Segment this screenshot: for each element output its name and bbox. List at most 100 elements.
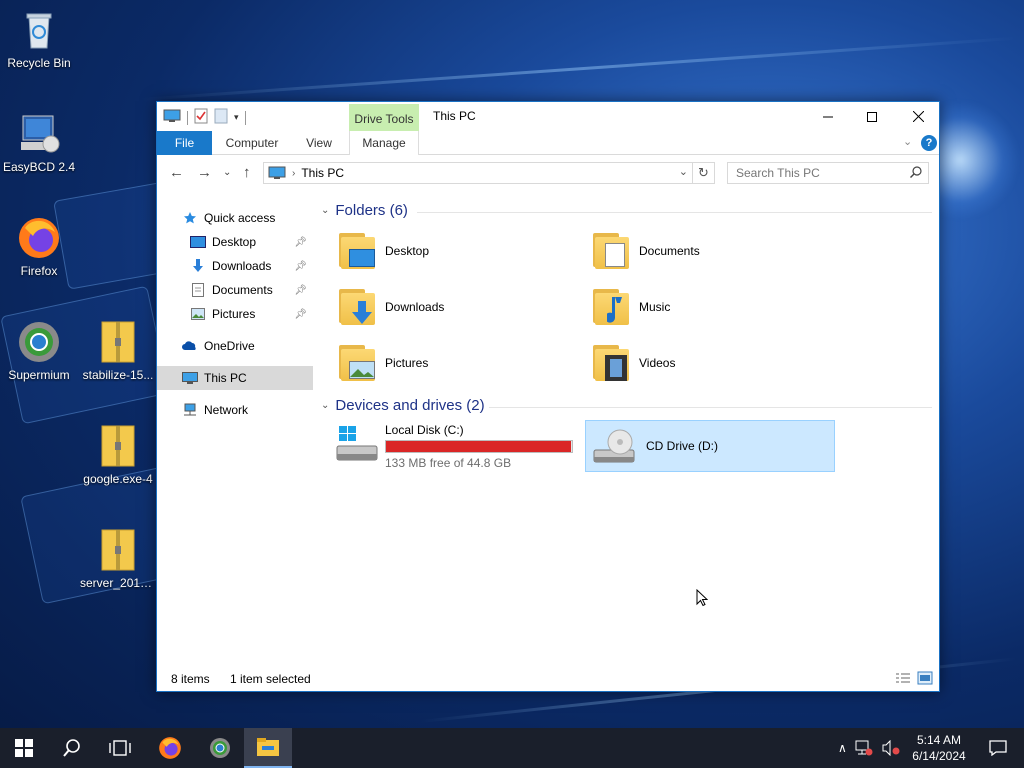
refresh-button[interactable]: ↻ (693, 162, 715, 184)
cd-drive-icon (590, 424, 638, 468)
taskbar-clock[interactable]: 5:14 AM 6/14/2024 (904, 732, 974, 764)
desktop-icon-stabilize[interactable]: stabilize-15... (80, 318, 156, 382)
properties-icon[interactable] (194, 108, 208, 127)
title-bar[interactable]: ▾ Drive Tools This PC (157, 102, 939, 131)
drive-free-space: 133 MB free of 44.8 GB (385, 455, 512, 470)
folder-tile-videos[interactable]: Videos (591, 338, 831, 388)
document-icon (189, 282, 207, 298)
folder-tile-desktop[interactable]: Desktop (337, 226, 577, 276)
folder-tile-pictures[interactable]: Pictures (337, 338, 577, 388)
firefox-icon (15, 214, 63, 262)
details-view-icon[interactable] (895, 671, 911, 688)
maximize-button[interactable] (849, 102, 895, 131)
desktop-icon-label: Recycle Bin (7, 56, 71, 70)
forward-arrow-icon[interactable]: → (197, 164, 212, 181)
supermium-icon (210, 738, 230, 758)
divider (489, 407, 932, 408)
tab-computer[interactable]: Computer (219, 131, 285, 155)
desktop-icon-supermium[interactable]: Supermium (1, 318, 77, 382)
pin-icon[interactable]: 📌︎ (294, 261, 307, 272)
close-button[interactable] (895, 102, 941, 131)
clock-time: 5:14 AM (916, 733, 962, 747)
tab-file[interactable]: File (157, 131, 212, 155)
hard-drive-icon (333, 424, 381, 468)
computer-icon (181, 370, 199, 386)
recent-locations-chevron-icon[interactable]: ⌄ (223, 167, 231, 178)
network-status-icon[interactable] (855, 740, 873, 756)
minimize-button[interactable] (805, 102, 851, 131)
nav-item-downloads[interactable]: Downloads 📌︎ (157, 254, 313, 278)
folders-group-header[interactable]: ⌄ Folders (6) (321, 202, 408, 219)
nav-item-this-pc[interactable]: This PC (157, 366, 313, 390)
large-icons-view-icon[interactable] (917, 671, 933, 688)
task-view-icon (109, 740, 131, 756)
nav-item-label: OneDrive (204, 339, 255, 353)
task-view-button[interactable] (96, 728, 144, 768)
search-icon (910, 166, 922, 181)
music-folder-icon (591, 285, 635, 329)
new-folder-icon[interactable] (214, 108, 228, 127)
drive-tile-c[interactable]: Local Disk (C:) 133 MB free of 44.8 GB (333, 420, 579, 472)
pin-icon[interactable]: 📌︎ (294, 237, 307, 248)
taskbar-firefox[interactable] (146, 728, 194, 768)
start-button[interactable] (0, 728, 48, 768)
drive-usage-bar (385, 439, 573, 453)
tab-manage[interactable]: Manage (349, 131, 419, 155)
customize-toolbar-chevron-icon[interactable]: ▾ (234, 112, 239, 123)
search-button[interactable] (48, 728, 96, 768)
content-pane: ⌄ Folders (6) Desktop Documents Download… (317, 200, 937, 670)
nav-item-onedrive[interactable]: OneDrive (157, 334, 313, 358)
pin-icon[interactable]: 📌︎ (294, 309, 307, 320)
wallpaper-streak (139, 36, 1018, 101)
desktop-icon-label: EasyBCD 2.4 (2, 160, 76, 174)
maximize-icon (867, 111, 877, 122)
search-input[interactable]: Search This PC (727, 162, 929, 184)
videos-folder-icon (591, 341, 635, 385)
drives-group-header[interactable]: ⌄ Devices and drives (2) (321, 397, 485, 414)
taskbar-file-explorer[interactable] (244, 728, 292, 768)
notifications-button[interactable] (974, 728, 1022, 768)
supermium-icon (15, 318, 63, 366)
breadcrumb[interactable]: This PC (301, 166, 344, 180)
search-placeholder: Search This PC (736, 166, 820, 180)
folder-tile-documents[interactable]: Documents (591, 226, 831, 276)
up-arrow-icon[interactable]: ↑ (243, 164, 251, 181)
nav-item-quick-access[interactable]: Quick access (157, 206, 313, 230)
folder-tile-downloads[interactable]: Downloads (337, 282, 577, 332)
desktop-icon-server[interactable]: server_2012r2 (80, 526, 156, 590)
quick-access-toolbar: ▾ (163, 108, 246, 127)
folder-label: Pictures (385, 356, 429, 370)
ribbon-tabs: File Computer View Manage ⌄ ? (157, 131, 939, 155)
volume-muted-icon[interactable] (881, 740, 901, 756)
zip-folder-icon (94, 318, 142, 366)
desktop-icon-easybcd[interactable]: EasyBCD 2.4 (1, 110, 77, 174)
tab-view[interactable]: View (297, 131, 341, 155)
address-bar[interactable]: › This PC ⌄ (263, 162, 693, 184)
folder-label: Documents (639, 244, 700, 258)
desktop-icon-firefox[interactable]: Firefox (1, 214, 77, 278)
pin-icon[interactable]: 📌︎ (294, 285, 307, 296)
file-explorer-icon (257, 738, 279, 756)
cloud-icon (181, 338, 199, 354)
show-hidden-icons-chevron-icon[interactable]: ∧ (838, 741, 847, 755)
this-pc-small-icon (163, 109, 181, 126)
nav-item-desktop[interactable]: Desktop 📌︎ (157, 230, 313, 254)
folder-label: Downloads (385, 300, 445, 314)
desktop-icon-recycle-bin[interactable]: Recycle Bin (1, 6, 77, 70)
address-bar-row: ← → ⌄ ↑ › This PC ⌄ ↻ Search This PC (157, 156, 939, 190)
clock-date: 6/14/2024 (912, 749, 966, 763)
nav-item-pictures[interactable]: Pictures 📌︎ (157, 302, 313, 326)
address-dropdown-chevron-icon[interactable]: ⌄ (679, 165, 688, 178)
help-icon[interactable]: ? (921, 135, 937, 151)
refresh-icon: ↻ (698, 165, 709, 180)
drive-tile-d[interactable]: CD Drive (D:) (585, 420, 835, 472)
system-tray: ∧ (838, 728, 901, 768)
desktop-icon-google-exe[interactable]: google.exe-4 (80, 422, 156, 486)
group-title: Folders (6) (335, 202, 408, 219)
nav-item-network[interactable]: Network (157, 398, 313, 422)
nav-item-documents[interactable]: Documents 📌︎ (157, 278, 313, 302)
taskbar-supermium[interactable] (196, 728, 244, 768)
folder-tile-music[interactable]: Music (591, 282, 831, 332)
back-arrow-icon[interactable]: ← (169, 164, 184, 181)
expand-ribbon-chevron-icon[interactable]: ⌄ (903, 135, 912, 148)
